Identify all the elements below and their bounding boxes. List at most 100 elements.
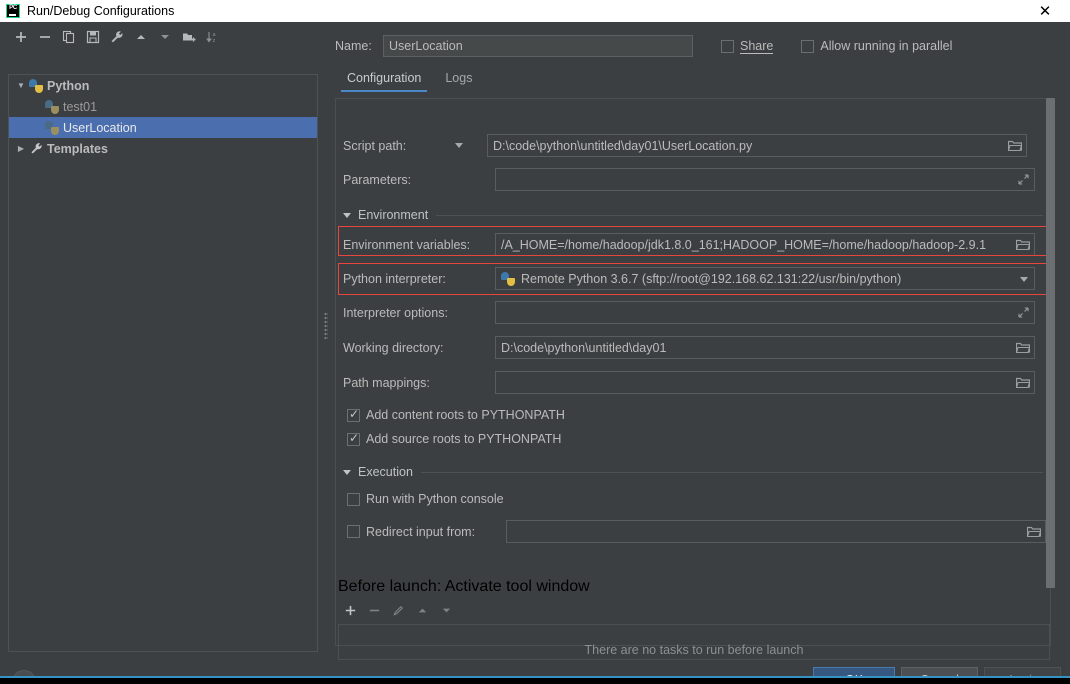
tree-node-test01[interactable]: test01 [9,96,317,117]
pycharm-icon-bar [8,13,16,16]
tab-logs[interactable]: Logs [433,68,484,92]
environment-variables-label: Environment variables: [343,237,471,252]
add-content-roots-label: Add content roots to PYTHONPATH [366,408,565,422]
expand-icon[interactable] [1017,306,1030,319]
name-row: Name: Share Allow running in parallel [335,34,1070,58]
before-launch-section-header: Before launch: Activate tool window [338,578,1050,596]
vertical-scrollbar-thumb[interactable] [1046,98,1055,588]
execution-section-header: Execution [343,465,1043,479]
tree-node-label: Python [47,78,90,93]
parameters-label: Parameters: [343,172,412,187]
name-label: Name: [335,39,372,53]
folder-icon[interactable] [1015,375,1030,390]
python-interpreter-value: Remote Python 3.6.7 (sftp://root@192.168… [521,271,902,286]
add-configuration-button[interactable] [10,26,32,48]
script-path-dropdown-icon[interactable] [455,143,463,148]
copy-configuration-button[interactable] [58,26,80,48]
run-with-console-checkbox[interactable]: Run with Python console [347,492,504,506]
environment-section-header: Environment [343,208,1043,222]
folder-icon[interactable] [1007,138,1022,153]
name-input[interactable] [383,35,693,57]
path-mappings-input[interactable] [495,371,1035,394]
python-icon [45,120,59,135]
configurations-toolbar: a z [0,22,320,52]
tree-node-label: UserLocation [63,120,137,135]
before-launch-title: Before launch: Activate tool window [338,578,590,595]
before-launch-toolbar [340,600,456,620]
before-launch-task-list[interactable]: There are no tasks to run before launch [338,624,1050,660]
section-divider [436,214,1043,216]
edit-templates-button[interactable] [106,26,128,48]
folder-icon[interactable] [1026,524,1041,539]
add-content-roots-checkbox-box[interactable] [347,407,360,422]
environment-variables-value: /A_HOME=/home/hadoop/jdk1.8.0_161;HADOOP… [501,237,987,252]
run-debug-configurations-dialog: PC Run/Debug Configurations ✕ a z ▼ Pyth… [0,0,1070,684]
redirect-input-row: Redirect input from: [347,520,1047,543]
before-launch-empty-text: There are no tasks to run before launch [584,643,804,657]
python-icon [29,78,43,93]
save-configuration-button[interactable] [82,26,104,48]
tab-configuration[interactable]: Configuration [335,68,433,92]
environment-variables-row: Environment variables: /A_HOME=/home/had… [343,233,1043,256]
expand-icon[interactable] [1017,173,1030,186]
path-mappings-label: Path mappings: [343,375,430,390]
splitter-grip[interactable] [324,312,328,340]
chevron-down-icon[interactable]: ▼ [13,81,29,90]
allow-parallel-checkbox-box[interactable] [801,39,815,53]
script-path-input[interactable]: D:\code\python\untitled\day01\UserLocati… [487,134,1027,157]
remove-configuration-button[interactable] [34,26,56,48]
before-launch-up-button[interactable] [412,600,432,620]
script-path-row: Script path: D:\code\python\untitled\day… [343,134,1043,157]
add-source-roots-checkbox-box[interactable] [347,431,360,446]
add-source-roots-checkbox[interactable]: Add source roots to PYTHONPATH [347,431,562,446]
tree-node-userlocation[interactable]: UserLocation [9,117,317,138]
chevron-down-icon[interactable] [343,212,351,218]
execution-section-title: Execution [358,465,413,479]
window-title: Run/Debug Configurations [27,4,175,18]
python-interpreter-label: Python interpreter: [343,271,446,286]
new-folder-button[interactable] [178,26,200,48]
before-launch-down-button[interactable] [436,600,456,620]
chevron-down-icon[interactable] [1020,277,1028,282]
before-launch-remove-button[interactable] [364,600,384,620]
tree-node-python[interactable]: ▼ Python [9,75,317,96]
parameters-input[interactable] [495,168,1035,191]
before-launch-add-button[interactable] [340,600,360,620]
before-launch-edit-button[interactable] [388,600,408,620]
folder-icon[interactable] [1015,340,1030,355]
wrench-icon [29,142,43,156]
share-checkbox[interactable]: Share [721,39,774,54]
sort-configurations-button[interactable]: a z [202,26,224,48]
close-icon[interactable]: ✕ [1030,0,1060,22]
editor-tabs: Configuration Logs [335,68,1070,96]
run-with-console-checkbox-box[interactable] [347,492,360,506]
add-source-roots-label: Add source roots to PYTHONPATH [366,432,562,446]
configurations-tree[interactable]: ▼ Python test01 UserLocation ▶ Templates [8,74,318,652]
move-up-button[interactable] [130,26,152,48]
allow-parallel-checkbox[interactable]: Allow running in parallel [801,39,952,53]
redirect-input-checkbox-box[interactable] [347,525,360,538]
share-checkbox-box[interactable] [721,39,734,53]
chevron-right-icon[interactable]: ▶ [13,144,29,153]
tree-node-templates[interactable]: ▶ Templates [9,138,317,159]
path-mappings-row: Path mappings: [343,371,1043,394]
folder-icon[interactable] [1015,237,1030,252]
interpreter-options-input[interactable] [495,301,1035,324]
redirect-input-label: Redirect input from: [366,524,476,539]
python-icon [45,99,59,114]
working-directory-input[interactable]: D:\code\python\untitled\day01 [495,336,1035,359]
move-down-button[interactable] [154,26,176,48]
script-path-label: Script path: [343,138,407,153]
add-content-roots-checkbox[interactable]: Add content roots to PYTHONPATH [347,407,565,422]
dialog-body: a z ▼ Python test01 UserLocation ▶ Templ… [0,22,1070,684]
python-icon [501,271,515,286]
python-interpreter-row: Python interpreter: Remote Python 3.6.7 … [343,267,1043,290]
panel-splitter[interactable] [322,22,330,662]
redirect-input-field[interactable] [506,520,1046,543]
interpreter-options-row: Interpreter options: [343,301,1043,324]
chevron-down-icon[interactable] [343,469,351,475]
python-interpreter-combobox[interactable]: Remote Python 3.6.7 (sftp://root@192.168… [495,267,1035,290]
tree-node-label: Templates [47,141,108,156]
environment-variables-input[interactable]: /A_HOME=/home/hadoop/jdk1.8.0_161;HADOOP… [495,233,1035,256]
desktop-strip [0,678,1070,684]
